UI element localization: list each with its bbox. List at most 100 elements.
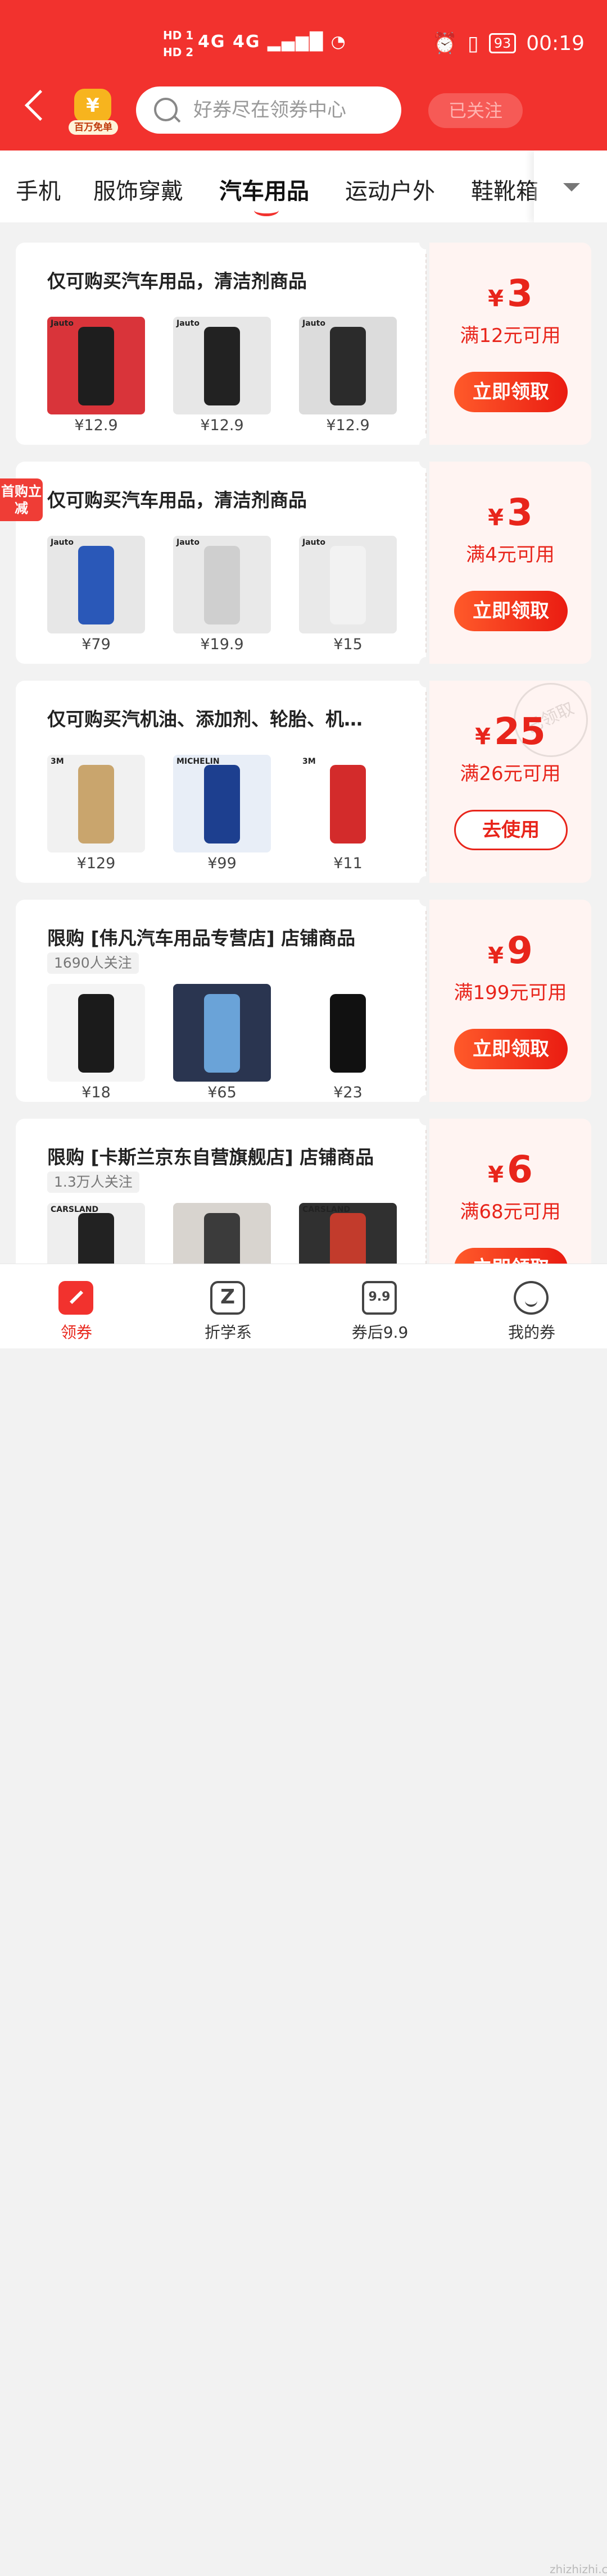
product-price: ¥11 xyxy=(333,855,363,872)
product-brand: Jauto xyxy=(302,538,325,547)
product-image[interactable]: MICHELIN xyxy=(173,755,271,852)
watermark: zhizhizhi.com xyxy=(550,2563,607,2576)
tab-shoes-luggage[interactable]: 鞋靴箱 xyxy=(471,173,538,206)
search-icon xyxy=(154,98,178,121)
product-image[interactable]: Jauto xyxy=(47,536,145,633)
price-99-icon: 9.9 xyxy=(362,1281,397,1315)
battery-indicator: 93 xyxy=(488,33,517,53)
product-shape xyxy=(330,994,366,1073)
product-image[interactable] xyxy=(47,984,145,1082)
product-shape xyxy=(78,765,114,844)
coupon-card[interactable]: 仅可购买汽车用品，清洁剂商品 Jauto ¥12.9 Jauto ¥12.9 Jauto ¥… xyxy=(16,236,591,452)
amount-value: 3 xyxy=(506,272,533,315)
product-brand: 3M xyxy=(302,757,316,766)
product-image[interactable]: Jauto xyxy=(47,317,145,414)
product-price: ¥15 xyxy=(333,636,363,653)
million-free-order-badge[interactable]: ¥ 百万免单 xyxy=(69,89,118,136)
use-coupon-button[interactable]: 去使用 xyxy=(454,810,568,850)
chevron-down-icon[interactable] xyxy=(563,183,580,192)
product-image[interactable]: 3M xyxy=(299,755,397,852)
product-image[interactable]: Jauto xyxy=(299,536,397,633)
divider xyxy=(425,911,427,1091)
product-shape xyxy=(330,765,366,844)
coupon-info[interactable]: 仅可购买汽车用品，清洁剂商品 Jauto ¥79 Jauto ¥19.9 Jauto ¥15 xyxy=(16,462,426,664)
product-price: ¥129 xyxy=(76,855,116,872)
nav-after-coupon-9-9[interactable]: 9.9 券后9.9 xyxy=(324,1264,436,1348)
search-placeholder: 好券尽在领券中心 xyxy=(193,99,346,121)
product-price: ¥19.9 xyxy=(200,636,244,653)
nav-zhexuexi[interactable]: Z 折学系 xyxy=(172,1264,284,1348)
coupon-condition: 满68元可用 xyxy=(460,1201,561,1223)
product-image[interactable]: Jauto xyxy=(173,317,271,414)
product-image[interactable] xyxy=(173,984,271,1082)
shop-followers: 1690人关注 xyxy=(47,952,139,974)
coupon-card[interactable]: 限购 [伟凡汽车用品专营店] 店铺商品 1690人关注 ¥18 ¥65 ¥23 ¥9 满19… xyxy=(16,893,591,1109)
product-image[interactable] xyxy=(299,984,397,1082)
tab-auto-supplies[interactable]: 汽车用品 xyxy=(219,173,309,206)
coupon-value-panel: ¥3 满12元可用立即领取 xyxy=(429,243,591,445)
category-tabs: 手机 服饰穿戴 汽车用品 运动户外 鞋靴箱 xyxy=(0,151,607,222)
status-right: ⏰ ▯ 93 00:19 xyxy=(432,31,585,56)
product-price: ¥65 xyxy=(207,1084,237,1101)
hd2-label: HD 2 xyxy=(163,45,194,59)
coupon-card[interactable]: 仅可购买汽车用品，清洁剂商品 Jauto ¥79 Jauto ¥19.9 Jauto ¥15… xyxy=(16,455,591,671)
coupon-info[interactable]: 仅可购买汽车用品，清洁剂商品 Jauto ¥12.9 Jauto ¥12.9 Jauto ¥… xyxy=(16,243,426,445)
claim-coupon-button[interactable]: 立即领取 xyxy=(454,591,568,631)
bottom-nav: 领券 Z 折学系 9.9 券后9.9 我的券 zhizhizhi.com xyxy=(0,1264,607,2576)
clock: 00:19 xyxy=(526,31,585,55)
tab-phones[interactable]: 手机 xyxy=(16,173,61,206)
amount-value: 6 xyxy=(506,1148,533,1191)
coupon-title: 仅可购买汽车用品，清洁剂商品 xyxy=(47,489,307,511)
coin-icon: ¥ xyxy=(74,89,111,122)
coupon-amount: ¥3 xyxy=(488,491,533,534)
product-shape xyxy=(204,327,240,405)
coupon-condition: 满4元可用 xyxy=(466,544,555,566)
product-brand: Jauto xyxy=(176,319,200,328)
nav-label: 我的券 xyxy=(508,1323,555,1342)
coupon-value-panel: 已领取 ¥25 满26元可用 去使用 xyxy=(429,671,600,883)
coupon-amount: ¥9 xyxy=(488,929,533,972)
nav-label: 券后9.9 xyxy=(351,1323,409,1342)
tab-apparel[interactable]: 服饰穿戴 xyxy=(93,173,183,206)
coupon-condition: 满26元可用 xyxy=(460,763,561,785)
first-purchase-tag: 首购立减 xyxy=(0,478,43,521)
top-header: HD 1 HD 2 4G 4G ▂▄▆█ ◔ ⏰ ▯ 93 00:19 ¥ 百万… xyxy=(0,0,607,151)
vibrate-icon: ▯ xyxy=(467,31,479,55)
product-price: ¥12.9 xyxy=(200,417,244,434)
coupon-condition: 满12元可用 xyxy=(460,325,561,347)
product-image[interactable]: 3M xyxy=(47,755,145,852)
product-brand: CARSLAND xyxy=(302,1205,351,1214)
claim-coupon-button[interactable]: 立即领取 xyxy=(454,1029,568,1069)
product-image[interactable]: Jauto xyxy=(173,536,271,633)
product-brand: Jauto xyxy=(51,538,74,547)
amount-value: 9 xyxy=(506,929,533,972)
product-brand: CARSLAND xyxy=(51,1205,99,1214)
signal-label: 4G 4G xyxy=(198,32,261,52)
tab-sports-outdoor[interactable]: 运动户外 xyxy=(345,173,435,206)
coupon-info[interactable]: 仅可购买汽机油、添加剂、轮胎、机… 3M ¥129 MICHELIN ¥99 3M ¥11 xyxy=(16,681,426,883)
back-arrow-icon[interactable] xyxy=(24,89,56,121)
nav-my-coupons[interactable]: 我的券 xyxy=(475,1264,588,1348)
coupon-title: 仅可购买汽机油、添加剂、轮胎、机… xyxy=(47,708,363,730)
coupon-title: 限购 [伟凡汽车用品专营店] 店铺商品 xyxy=(47,927,356,949)
amount-value: 25 xyxy=(493,710,546,753)
search-input[interactable]: 好券尽在领券中心 xyxy=(136,86,401,134)
product-brand: Jauto xyxy=(176,538,200,547)
coupon-value-panel: ¥3 满4元可用立即领取 xyxy=(429,462,591,664)
product-brand: Jauto xyxy=(302,319,325,328)
product-image[interactable]: Jauto xyxy=(299,317,397,414)
coupon-amount: ¥3 xyxy=(488,272,533,315)
product-shape xyxy=(78,327,114,405)
product-shape xyxy=(330,327,366,405)
nav-coupons[interactable]: 领券 xyxy=(20,1264,133,1348)
coupon-condition: 满199元可用 xyxy=(454,982,567,1004)
coupon-card[interactable]: 仅可购买汽机油、添加剂、轮胎、机… 3M ¥129 MICHELIN ¥99 3M ¥11 已… xyxy=(16,671,600,890)
shop-followers: 1.3万人关注 xyxy=(47,1171,139,1193)
follow-button[interactable]: 已关注 xyxy=(428,93,523,128)
product-price: ¥12.9 xyxy=(326,417,370,434)
product-shape xyxy=(204,994,240,1073)
product-brand: MICHELIN xyxy=(176,757,220,766)
coupon-info[interactable]: 限购 [伟凡汽车用品专营店] 店铺商品 1690人关注 ¥18 ¥65 ¥23 xyxy=(16,900,426,1102)
active-tab-indicator xyxy=(254,204,279,216)
claim-coupon-button[interactable]: 立即领取 xyxy=(454,372,568,412)
